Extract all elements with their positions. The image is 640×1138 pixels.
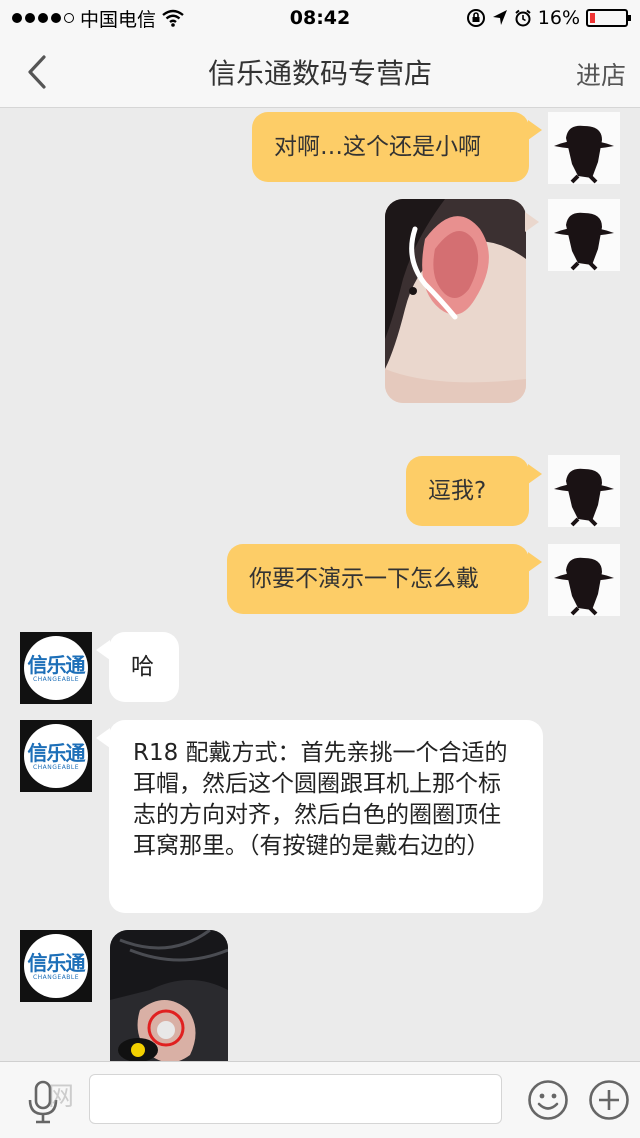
chat-thread[interactable]: 对啊…这个还是小啊 逗我? 你要不演示一下怎么戴 信乐通 CHANGEABLE … [0,108,640,1061]
signal-strength-icon [12,13,74,23]
shop-logo-sub: CHANGEABLE [32,973,80,981]
shop-logo-name: 信乐通 [27,950,86,975]
message-text: R18 配戴方式：首先亲挑一个合适的耳帽，然后这个圆圈跟耳机上那个标志的方向对齐… [133,740,508,859]
alarm-icon [515,9,531,27]
bubble-tail [528,552,542,572]
message-bubble[interactable]: R18 配戴方式：首先亲挑一个合适的耳帽，然后这个圆圈跟耳机上那个标志的方向对齐… [109,720,543,913]
avatar[interactable] [548,455,620,527]
shop-logo-sub: CHANGEABLE [32,763,80,771]
enter-shop-button[interactable]: 进店 [576,56,626,92]
shop-logo: 信乐通 CHANGEABLE [24,636,88,700]
battery-icon [586,9,631,27]
status-left: 中国电信 [12,5,184,32]
message-bubble[interactable]: 逗我? [406,456,529,526]
user-avatar-icon [554,468,614,527]
shop-logo-name: 信乐通 [27,740,86,765]
shop-logo-name: 信乐通 [27,652,86,677]
message-text: 哈 [131,654,154,680]
wifi-icon [162,9,184,27]
shop-logo-sub: CHANGEABLE [32,675,80,683]
message-bubble[interactable]: 你要不演示一下怎么戴 [227,544,529,614]
shop-avatar[interactable]: 信乐通 CHANGEABLE [20,632,92,704]
emoji-icon[interactable] [527,1079,569,1121]
microphone-icon[interactable] [26,1080,60,1124]
avatar[interactable] [548,112,620,184]
message-text: 逗我? [428,478,487,504]
status-bar: 中国电信 08:42 16% [0,0,640,36]
bubble-tail [96,640,110,660]
bubble-tail [96,728,110,748]
ear-photo-image [385,199,526,403]
message-text: 你要不演示一下怎么戴 [249,566,479,592]
shop-logo: 信乐通 CHANGEABLE [24,934,88,998]
plus-icon[interactable] [588,1079,630,1121]
shop-avatar[interactable]: 信乐通 CHANGEABLE [20,720,92,792]
earphone-photo[interactable] [110,930,228,1061]
user-avatar-icon [554,212,614,271]
bubble-tail [525,212,539,232]
battery-percent: 16% [537,7,580,29]
orientation-lock-icon [466,9,485,27]
message-input[interactable] [89,1074,502,1124]
location-arrow-icon [492,10,507,25]
ear-photo[interactable] [385,199,526,403]
avatar[interactable] [548,199,620,271]
user-avatar-icon [554,557,614,616]
carrier-label: 中国电信 [80,8,157,31]
navigation-bar: 信乐通数码专营店 进店 [0,36,640,108]
shop-avatar[interactable]: 信乐通 CHANGEABLE [20,930,92,1002]
user-avatar-icon [554,125,614,184]
status-right: 16% [466,7,631,29]
earphone-photo-image [110,930,228,1061]
message-text: 对啊…这个还是小啊 [274,134,481,160]
input-bar [0,1061,640,1138]
avatar[interactable] [548,544,620,616]
message-bubble[interactable]: 哈 [109,632,179,702]
shop-logo: 信乐通 CHANGEABLE [24,724,88,788]
chevron-left-icon[interactable] [22,52,52,92]
page-title: 信乐通数码专营店 [207,56,432,90]
bubble-tail [528,464,542,484]
bubble-tail [528,120,542,140]
message-bubble[interactable]: 对啊…这个还是小啊 [252,112,529,182]
battery-fill [590,13,595,23]
